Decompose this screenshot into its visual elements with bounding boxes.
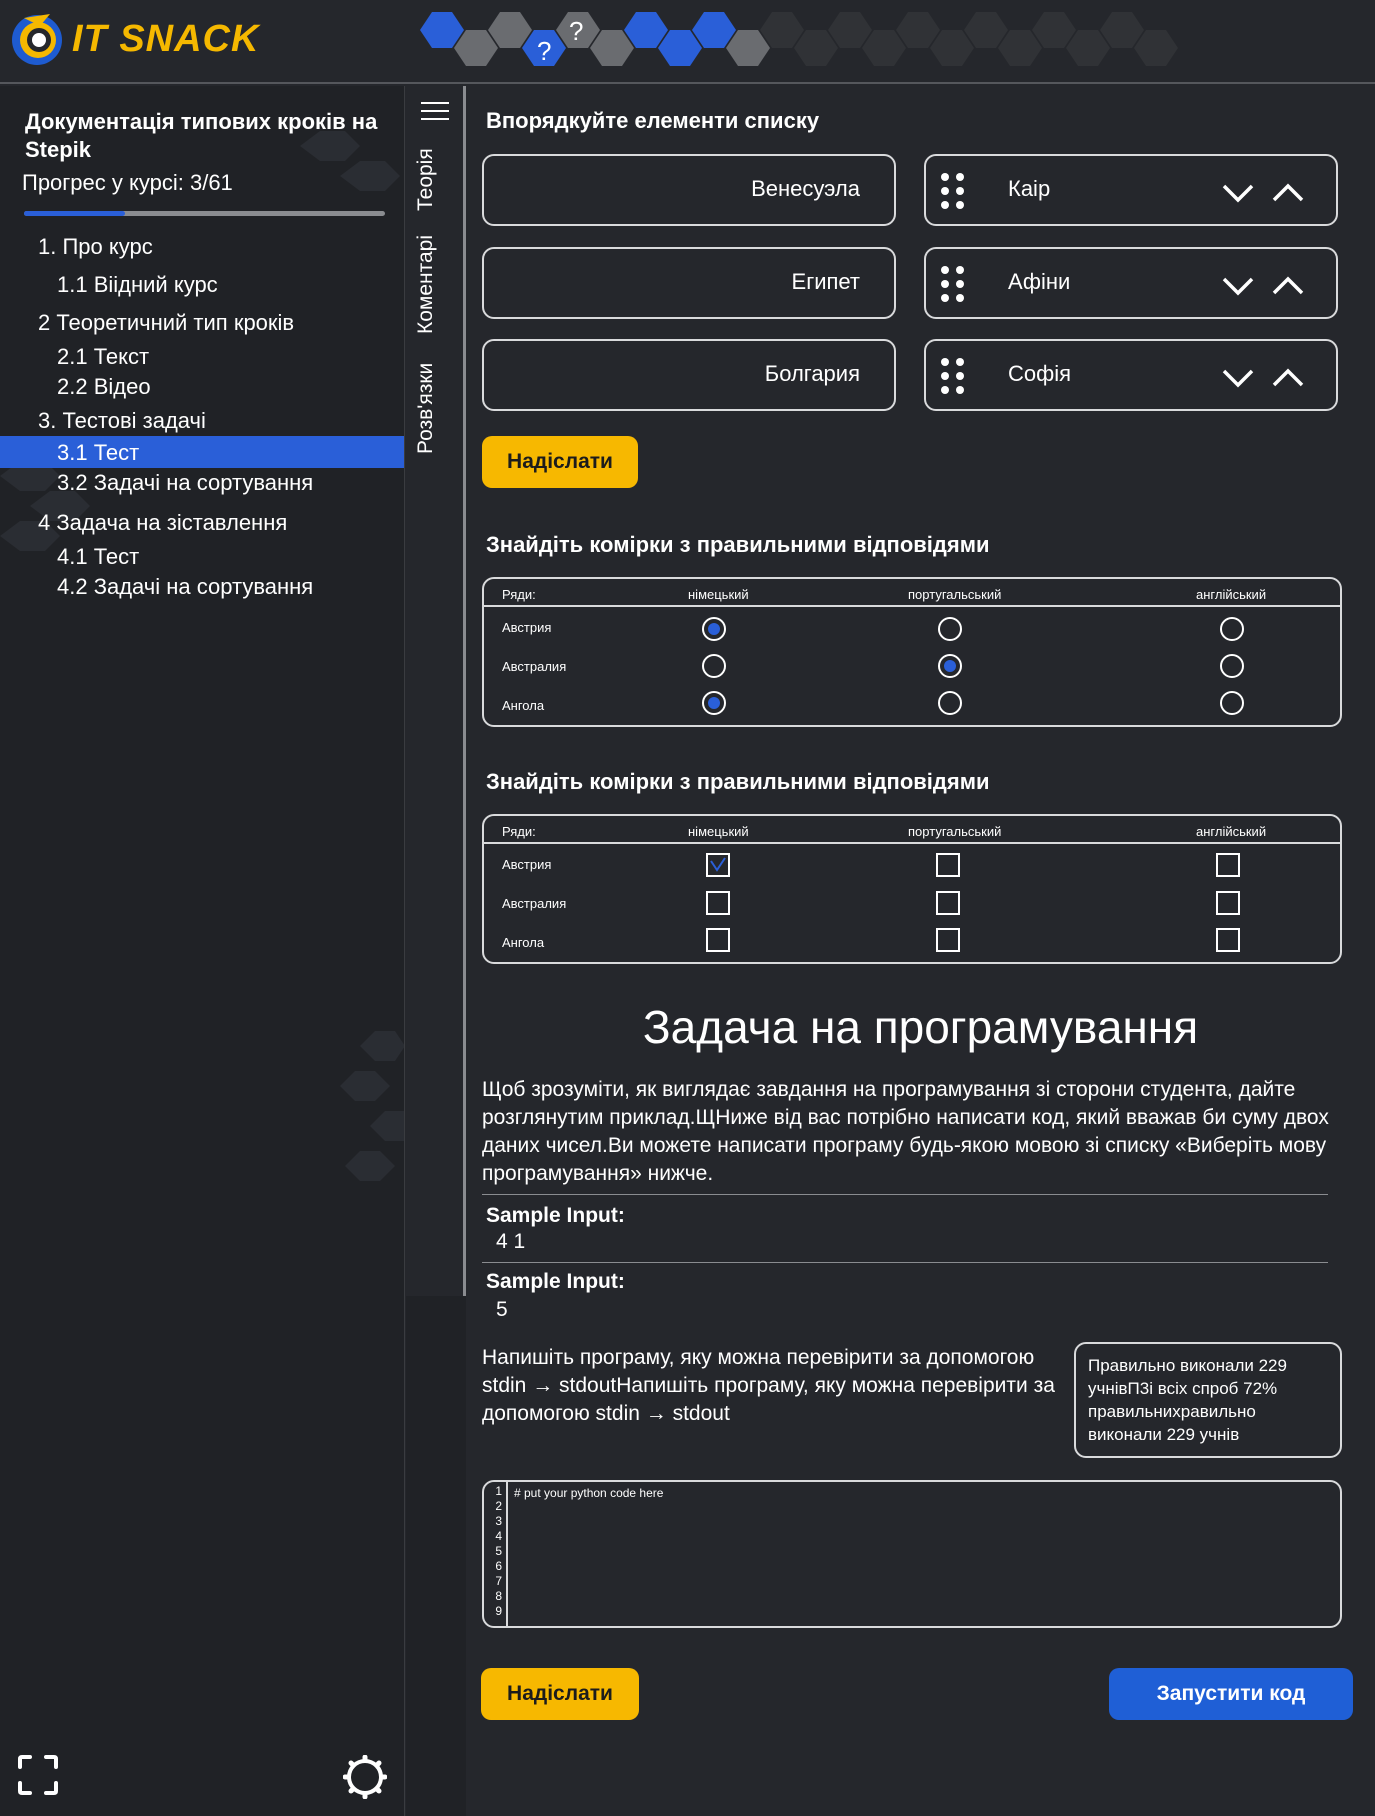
code-line[interactable]: # put your python code here bbox=[514, 1486, 663, 1500]
order-right-item[interactable]: Софія bbox=[924, 339, 1338, 411]
grid-radio[interactable] bbox=[938, 654, 962, 678]
drag-handle-icon[interactable] bbox=[940, 265, 966, 303]
tab-solutions[interactable]: Розв'язки bbox=[414, 363, 438, 454]
radio-grid-title: Знайдіть комірки з правильними відповідя… bbox=[486, 532, 990, 557]
grid-radio[interactable] bbox=[1220, 691, 1244, 715]
vertical-tabs: Теорія Коментарі Розв'язки bbox=[406, 86, 466, 1296]
grid-radio[interactable] bbox=[1220, 617, 1244, 641]
move-down-up-icons[interactable] bbox=[1218, 178, 1318, 206]
sample-output-label: Sample Input: bbox=[486, 1270, 625, 1293]
settings-icon[interactable] bbox=[343, 1755, 387, 1799]
course-title: Документація типових кроків на Stepik bbox=[25, 109, 378, 162]
main-content: Впорядкуйте елементи списку Венесуэла Ег… bbox=[466, 86, 1375, 1816]
hex-question-mark-1: ? bbox=[537, 36, 551, 66]
sample-input-label: Sample Input: bbox=[486, 1204, 625, 1227]
grid-header: Ряди: німецький португальський англійськ… bbox=[484, 816, 1340, 844]
grid-row-label: Австралия bbox=[502, 659, 567, 674]
grid-row-label: Австрия bbox=[502, 857, 552, 872]
drag-handle-icon[interactable] bbox=[940, 172, 966, 210]
course-progress-fill bbox=[24, 211, 126, 216]
grid-radio[interactable] bbox=[702, 654, 726, 678]
line-number-gutter: 1 2 3 4 5 6 7 8 9 bbox=[484, 1482, 508, 1626]
programming-description: Щоб зрозуміти, як виглядає завдання на п… bbox=[482, 1078, 1329, 1185]
grid-checkbox[interactable] bbox=[706, 853, 730, 877]
order-left-item: Египет bbox=[482, 247, 896, 319]
order-right-item[interactable]: Афіни bbox=[924, 247, 1338, 319]
nav-item-2-1[interactable]: 2.1 Текст bbox=[0, 338, 404, 370]
grid-radio[interactable] bbox=[702, 691, 726, 715]
nav-item-theory[interactable]: 2 Теоретичний тип кроків bbox=[0, 300, 404, 338]
nav-item-matching[interactable]: 4 Задача на зіставлення bbox=[0, 502, 404, 538]
grid-checkbox[interactable] bbox=[936, 853, 960, 877]
order-left-item: Болгария bbox=[482, 339, 896, 411]
radio-grid: Ряди: німецький португальський англійськ… bbox=[482, 577, 1342, 727]
move-down-up-icons[interactable] bbox=[1218, 271, 1318, 299]
ordering-submit-button[interactable]: Надіслати bbox=[482, 436, 638, 488]
divider bbox=[482, 1262, 1328, 1263]
nav-item-3-1[interactable]: 3.1 Тест bbox=[0, 436, 404, 468]
nav-item-1-1[interactable]: 1.1 Віідний курс bbox=[0, 264, 404, 300]
grid-radio[interactable] bbox=[938, 691, 962, 715]
grid-row-label: Ангола bbox=[502, 698, 545, 713]
nav-item-tests[interactable]: 3. Тестові задачі bbox=[0, 400, 404, 436]
course-sidebar: Документація типових кроків на Stepik Пр… bbox=[0, 86, 405, 1816]
grid-checkbox[interactable] bbox=[1216, 853, 1240, 877]
top-header: IT SNACK ? ? bbox=[0, 0, 1375, 84]
check-grid-title: Знайдіть комірки з правильними відповідя… bbox=[486, 769, 990, 794]
grid-row-label: Австралия bbox=[502, 896, 567, 911]
sample-output-value: 5 bbox=[496, 1298, 508, 1321]
brand-name: IT SNACK bbox=[72, 18, 260, 60]
tab-comments[interactable]: Коментарі bbox=[414, 235, 438, 334]
ordering-title: Впорядкуйте елементи списку bbox=[486, 108, 820, 133]
grid-header: Ряди: німецький португальський англійськ… bbox=[484, 579, 1340, 607]
grid-checkbox[interactable] bbox=[706, 928, 730, 952]
nav-item-2-2[interactable]: 2.2 Відео bbox=[0, 370, 404, 400]
nav-item-4-2[interactable]: 4.2 Задачі на сортування bbox=[0, 572, 404, 606]
tab-theory[interactable]: Теорія bbox=[414, 148, 438, 211]
task-statement: Напишіть програму, яку можна перевірити … bbox=[482, 1346, 1055, 1425]
nav-item-4-1[interactable]: 4.1 Тест bbox=[0, 538, 404, 572]
grid-checkbox[interactable] bbox=[1216, 891, 1240, 915]
grid-row-label: Ангола bbox=[502, 935, 545, 950]
code-editor[interactable]: 1 2 3 4 5 6 7 8 9 # put your python code… bbox=[482, 1480, 1342, 1628]
course-progress-label: Прогрес у курсі: 3/61 bbox=[22, 170, 233, 195]
grid-radio[interactable] bbox=[1220, 654, 1244, 678]
grid-radio[interactable] bbox=[702, 617, 726, 641]
grid-checkbox[interactable] bbox=[936, 928, 960, 952]
programming-title: Задача на програмування bbox=[642, 1001, 1199, 1053]
nav-item-3-2[interactable]: 3.2 Задачі на сортування bbox=[0, 468, 404, 502]
course-progress-bar bbox=[24, 211, 385, 216]
grid-checkbox[interactable] bbox=[1216, 928, 1240, 952]
grid-checkbox[interactable] bbox=[706, 891, 730, 915]
check-grid: Ряди: німецький португальський англійськ… bbox=[482, 814, 1342, 964]
fullscreen-icon[interactable] bbox=[18, 1755, 58, 1795]
grid-radio[interactable] bbox=[938, 617, 962, 641]
solve-stats-box: Правильно виконали 229 учнівП3і всіх спр… bbox=[1074, 1342, 1342, 1458]
grid-checkbox[interactable] bbox=[936, 891, 960, 915]
move-down-up-icons[interactable] bbox=[1218, 363, 1318, 391]
drag-handle-icon[interactable] bbox=[940, 357, 966, 395]
run-code-button[interactable]: Запустити код bbox=[1109, 1668, 1353, 1720]
grid-row-label: Австрия bbox=[502, 620, 552, 635]
nav-item-about[interactable]: 1. Про курс bbox=[0, 230, 404, 264]
menu-icon[interactable] bbox=[421, 101, 449, 121]
code-submit-button[interactable]: Надіслати bbox=[481, 1668, 639, 1720]
vertical-tabs-footer bbox=[406, 1296, 466, 1816]
divider bbox=[482, 1194, 1328, 1195]
order-right-item[interactable]: Каір bbox=[924, 154, 1338, 226]
hex-question-mark-2: ? bbox=[569, 16, 583, 46]
header-hex-decoration: ? ? bbox=[420, 12, 1178, 66]
sample-input-value: 4 1 bbox=[496, 1230, 526, 1253]
order-left-item: Венесуэла bbox=[482, 154, 896, 226]
